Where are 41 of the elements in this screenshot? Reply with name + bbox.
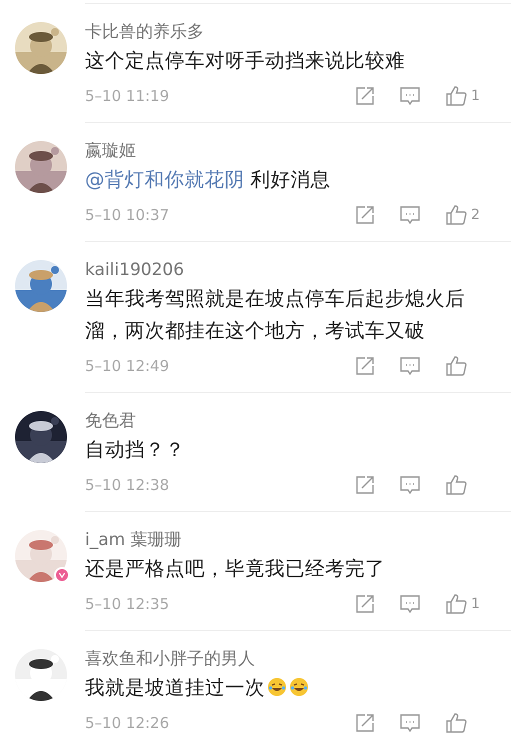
comment-time: 5–10 10:37 <box>85 206 170 224</box>
thumbs-up-icon[interactable] <box>445 85 467 107</box>
user-name[interactable]: 免色君 <box>85 409 136 433</box>
user-name[interactable]: 喜欢鱼和小胖子的男人 <box>85 647 255 671</box>
comment-icon[interactable] <box>399 594 421 614</box>
share-icon[interactable] <box>355 713 375 733</box>
user-name[interactable]: kaili190206 <box>85 258 184 282</box>
like-count: 1 <box>471 596 480 612</box>
comment-icon[interactable] <box>399 86 421 106</box>
thumbs-up-icon[interactable] <box>445 204 467 226</box>
comment-text: 这个定点停车对呀手动挡来说比较难 <box>85 48 406 74</box>
comment-icon[interactable] <box>399 205 421 225</box>
share-icon[interactable] <box>355 475 375 495</box>
comment-text: 还是严格点吧，毕竟我已经考完了 <box>85 556 386 582</box>
comment-text: 自动挡？？ <box>85 437 186 463</box>
comment-time: 5–10 12:26 <box>85 714 170 732</box>
comment-time: 5–10 12:35 <box>85 595 170 613</box>
comment-text: 我就是坡道挂过一次 <box>85 672 489 704</box>
user-name[interactable]: 卡比兽的养乐多 <box>85 20 204 44</box>
comment-time: 5–10 12:38 <box>85 476 170 494</box>
user-name[interactable]: i_am 葉珊珊 <box>85 528 182 552</box>
thumbs-up-icon[interactable] <box>445 474 467 496</box>
thumbs-up-icon[interactable] <box>445 712 467 734</box>
comment-text: 当年我考驾照就是在坡点停车后起步熄火后溜，两次都挂在这个地方，考试车又破 <box>85 286 466 344</box>
share-icon[interactable] <box>355 356 375 376</box>
laughing-emoji-icon <box>267 677 287 697</box>
user-name[interactable]: 嬴璇姬 <box>85 139 136 163</box>
laughing-emoji-icon <box>289 677 309 697</box>
thumbs-up-icon[interactable] <box>445 593 467 615</box>
comment-time: 5–10 11:19 <box>85 87 170 105</box>
comment-icon[interactable] <box>399 356 421 376</box>
share-icon[interactable] <box>355 594 375 614</box>
like-count: 1 <box>471 88 480 104</box>
comment-time: 5–10 12:49 <box>85 357 170 375</box>
like-count: 2 <box>471 207 480 223</box>
comment-icon[interactable] <box>399 475 421 495</box>
comment-text: @背灯和你就花阴 利好消息 <box>85 167 332 193</box>
share-icon[interactable] <box>355 86 375 106</box>
share-icon[interactable] <box>355 205 375 225</box>
thumbs-up-icon[interactable] <box>445 355 467 377</box>
comment-icon[interactable] <box>399 713 421 733</box>
